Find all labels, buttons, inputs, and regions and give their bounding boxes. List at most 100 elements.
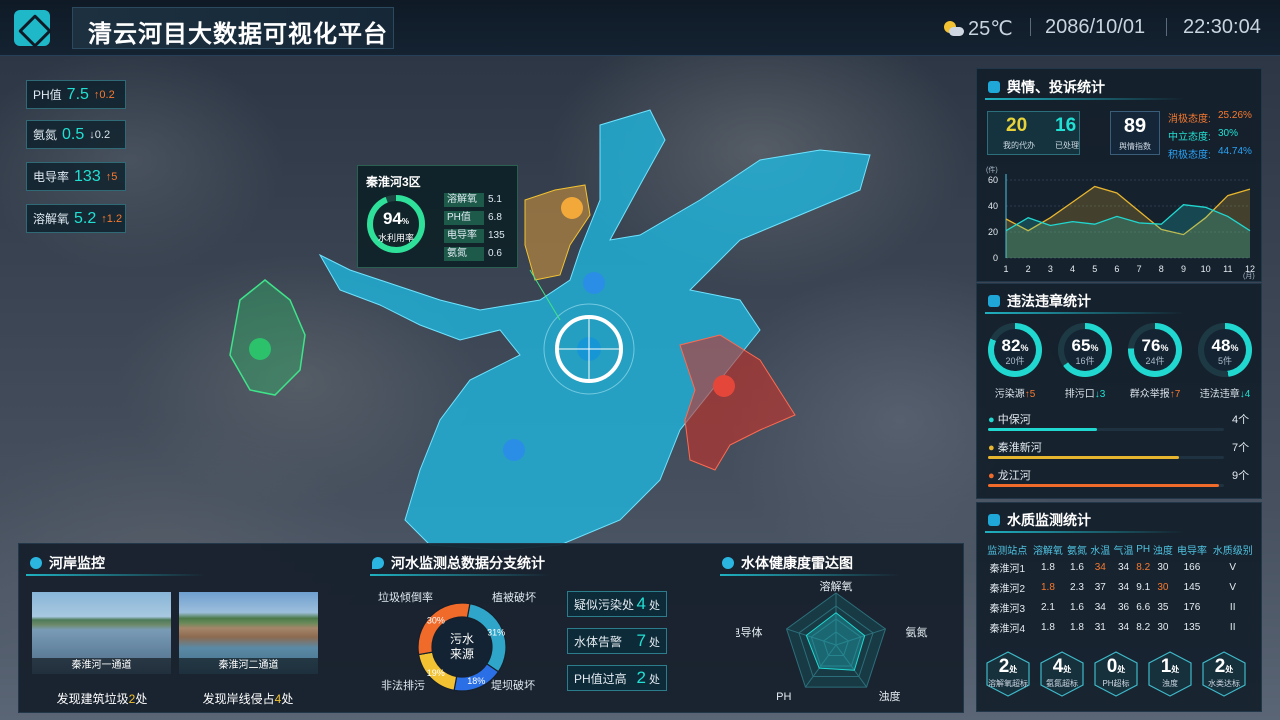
weather: 25℃ (942, 16, 1013, 41)
ring-label: 排污口↓3 (1064, 389, 1106, 400)
rank-row: ● 秦淮新河 7个 (988, 439, 1249, 455)
table-header: 电导率 (1176, 545, 1207, 557)
gauge-label: 水利用率 (377, 233, 414, 243)
stat-value: 2处 (636, 668, 660, 687)
y-tick: 0 (993, 253, 998, 263)
sentiment-value: 30% (1218, 128, 1239, 139)
indicator-2: 电导率 133 ↑5 (26, 162, 126, 191)
alert-stat-1: 水体告警 7 处 (567, 628, 667, 654)
x-tick: 9 (1181, 264, 1186, 274)
table-header: 气温 (1113, 545, 1134, 557)
table-cell: II (1229, 601, 1236, 613)
camera-2-name: 秦淮河二通道 (179, 658, 318, 674)
alert-icon[interactable] (713, 375, 735, 397)
divider (1030, 18, 1031, 36)
processed-label: 已处理 (1055, 141, 1079, 150)
table-cell: 1.6 (1070, 601, 1084, 613)
table-cell: 1.6 (1070, 561, 1084, 573)
sentiment-value: 25.26% (1218, 110, 1252, 121)
table-cell: 2.1 (1040, 601, 1055, 613)
table-header: 水质级别 (1212, 545, 1253, 557)
popup-metric-key: 氨氮 (444, 247, 484, 261)
badge-number: 2处 (998, 656, 1018, 677)
table-cell: 1.8 (1040, 621, 1055, 633)
ring-percent: 48% (1211, 336, 1239, 355)
popup-metric-value: 6.8 (488, 212, 502, 223)
trend-marker-icon[interactable] (503, 439, 525, 461)
water-quality-table: 监测站点 溶解氧 氨氮 水温 气温 PH 浊度 电导率 水质级别 秦淮河1 1.8 1.6 34 34 8.… (984, 541, 1256, 637)
radar-axis-label: 浊度 (879, 689, 901, 703)
monitor-icon (988, 514, 1000, 526)
ring-gauge-0[interactable]: 82% 20件 (988, 323, 1042, 377)
alert-stat-0: 疑似污染处 4 处 (567, 591, 667, 617)
ring-label: 违法违章↓4 (1199, 389, 1251, 400)
leaf-icon[interactable] (249, 338, 271, 360)
badge-label: 水类达标 (1208, 679, 1240, 688)
table-row[interactable]: 秦淮河3 2.1 1.6 34 36 6.6 35 176 II (984, 597, 1256, 617)
ring-count: 20件 (1005, 356, 1025, 366)
table-header: 氨氮 (1067, 545, 1087, 557)
ring-gauge-3[interactable]: 48% 5件 (1198, 323, 1252, 377)
x-tick: 5 (1092, 264, 1097, 274)
rank-bar (988, 484, 1220, 487)
shield-marker-icon[interactable] (583, 272, 605, 294)
source-title: 河水监测总数据分支统计 (372, 553, 545, 573)
table-header: PH (1136, 543, 1151, 555)
table-cell: V (1229, 581, 1237, 593)
stat-label: 疑似污染处 (574, 597, 635, 612)
radar-axis-label: 电导体 (736, 625, 763, 639)
table-cell: 34 (1094, 561, 1106, 573)
x-tick: 11 (1223, 264, 1232, 274)
table-cell: 秦淮河3 (989, 603, 1026, 615)
x-tick: 2 (1026, 264, 1031, 274)
rank-count: 7个 (1232, 442, 1250, 454)
table-cell: 135 (1183, 621, 1201, 633)
rank-bar (988, 456, 1180, 459)
ring-gauge-1[interactable]: 65% 16件 (1058, 323, 1112, 377)
rank-count: 9个 (1232, 470, 1250, 482)
y-tick: 40 (988, 201, 998, 211)
popup-metric-key: 溶解氧 (444, 193, 484, 207)
table-cell: 9.1 (1136, 581, 1151, 593)
indicator-label: 溶解氧 (33, 212, 70, 226)
rank-row: ● 龙江河 9个 (988, 467, 1249, 483)
ring-label: 污染源↑5 (994, 389, 1036, 400)
badge-label: 浊度 (1162, 679, 1178, 688)
table-row[interactable]: 秦淮河2 1.8 2.3 37 34 9.1 30 145 V (984, 577, 1256, 597)
table-cell: 37 (1094, 581, 1106, 593)
table-row[interactable]: 秦淮河1 1.8 1.6 34 34 8.2 30 166 V (984, 557, 1256, 577)
label-dam: 堤坝破坏 (491, 680, 535, 692)
radar-axis-label: 氨氮 (905, 625, 927, 639)
temperature: 25℃ (968, 18, 1013, 40)
table-cell: 1.8 (1040, 561, 1055, 573)
rank-row: ● 中保河 4个 (988, 411, 1249, 427)
table-header: 监测站点 (987, 545, 1028, 557)
table-cell: 2.3 (1070, 581, 1084, 593)
table-cell: 34 (1117, 621, 1130, 633)
table-cell: 秦淮河1 (989, 563, 1026, 575)
sentiment-label: 积极态度: (1168, 150, 1211, 161)
x-tick: 3 (1048, 264, 1053, 274)
badge-label: PH超标 (1102, 679, 1130, 688)
badge-0: 2处 溶解氧超标 (985, 651, 1031, 697)
violation-title: 违法违章统计 (988, 291, 1091, 311)
camera-2-caption: 发现岸线侵占4处 (202, 692, 294, 706)
table-cell: 8.2 (1136, 561, 1151, 573)
gauge-value: 94% (382, 209, 410, 228)
x-tick: 7 (1137, 264, 1142, 274)
stat-label: 水体告警 (574, 634, 623, 649)
ring-gauge-2[interactable]: 76% 24件 (1128, 323, 1182, 377)
title-underline (720, 574, 900, 576)
indicator-change: ↑0.2 (93, 88, 115, 101)
factory-icon[interactable] (561, 197, 583, 219)
indicator-label: 氨氮 (33, 128, 58, 142)
table-row[interactable]: 秦淮河4 1.8 1.8 31 34 8.2 30 135 II (984, 617, 1256, 637)
radar-axis-label: 溶解氧 (820, 579, 853, 593)
indicator-change: ↑5 (105, 170, 118, 183)
stat-value: 7处 (636, 631, 660, 650)
rank-name: 秦淮新河 (997, 442, 1042, 454)
stat-value: 4处 (636, 594, 660, 613)
shield-icon (988, 295, 1000, 307)
badge-label: 氨氮超标 (1046, 679, 1078, 688)
area-popup[interactable]: 秦淮河3区 94% 水利用率 溶解氧 5.1 PH值 6.8 电导率 135 氨氮 0.6 (357, 165, 518, 268)
